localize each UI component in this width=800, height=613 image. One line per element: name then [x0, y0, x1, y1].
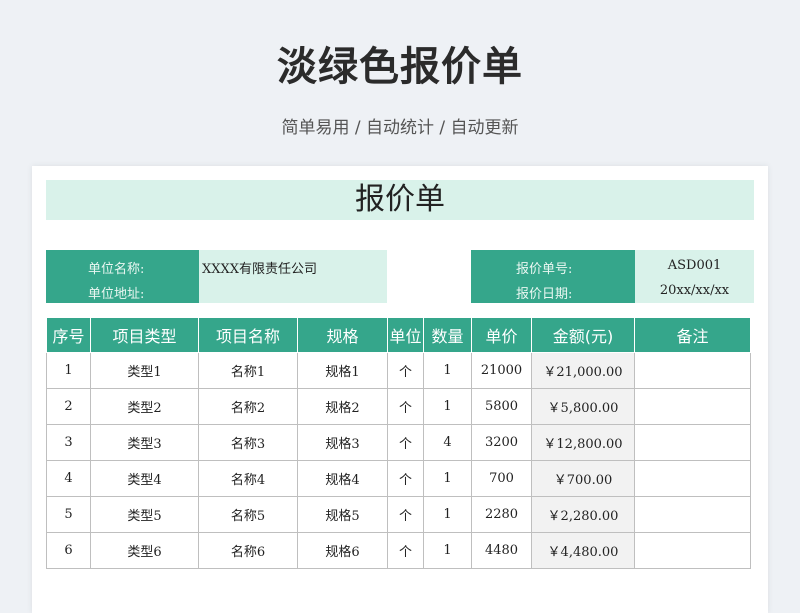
col-header-amount: 金额(元): [531, 317, 635, 353]
col-header-quantity: 数量: [423, 317, 472, 353]
cell-remarks[interactable]: [634, 388, 751, 425]
cell-item-type[interactable]: 类型3: [90, 424, 199, 461]
company-address-label: 单位地址:: [88, 287, 145, 302]
cell-unit-price[interactable]: 21000: [471, 352, 532, 389]
cell-index[interactable]: 3: [46, 424, 91, 461]
col-header-spec: 规格: [297, 317, 388, 353]
cell-quantity[interactable]: 1: [423, 532, 472, 569]
cell-spec[interactable]: 规格1: [297, 352, 388, 389]
col-header-item-name: 项目名称: [198, 317, 298, 353]
cell-quantity[interactable]: 4: [423, 424, 472, 461]
table-row: 6 类型6 名称6 规格6 个 1 4480 ￥4,480.00: [46, 532, 751, 569]
cell-item-type[interactable]: 类型2: [90, 388, 199, 425]
page-subtitle: 简单易用 / 自动统计 / 自动更新: [281, 118, 519, 138]
cell-spec[interactable]: 规格4: [297, 460, 388, 497]
cell-quantity[interactable]: 1: [423, 460, 472, 497]
cell-remarks[interactable]: [634, 532, 751, 569]
quote-number-value[interactable]: ASD001: [635, 258, 754, 273]
quotation-sheet: 报价单 单位名称: 单位地址: XXXX有限责任公司 报价单号: 报价日期: A…: [32, 166, 768, 613]
cell-unit[interactable]: 个: [387, 424, 424, 461]
table-row: 5 类型5 名称5 规格5 个 1 2280 ￥2,280.00: [46, 496, 751, 533]
cell-amount[interactable]: ￥4,480.00: [531, 532, 635, 569]
cell-unit-price[interactable]: 4480: [471, 532, 532, 569]
cell-unit[interactable]: 个: [387, 532, 424, 569]
cell-remarks[interactable]: [634, 460, 751, 497]
table-row: 3 类型3 名称3 规格3 个 4 3200 ￥12,800.00: [46, 424, 751, 461]
cell-amount[interactable]: ￥12,800.00: [531, 424, 635, 461]
cell-remarks[interactable]: [634, 424, 751, 461]
quotation-table: 序号 项目类型 项目名称 规格 单位 数量 单价 金额(元) 备注 1 类型1 名称…: [46, 317, 751, 569]
cell-item-name[interactable]: 名称3: [198, 424, 298, 461]
cell-spec[interactable]: 规格3: [297, 424, 388, 461]
table-row: 2 类型2 名称2 规格2 个 1 5800 ￥5,800.00: [46, 388, 751, 425]
cell-item-type[interactable]: 类型4: [90, 460, 199, 497]
cell-spec[interactable]: 规格5: [297, 496, 388, 533]
cell-spec[interactable]: 规格6: [297, 532, 388, 569]
col-header-unit-price: 单价: [471, 317, 532, 353]
company-name-value[interactable]: XXXX有限责任公司: [202, 258, 317, 277]
cell-index[interactable]: 5: [46, 496, 91, 533]
page-title: 淡绿色报价单: [277, 44, 523, 90]
cell-quantity[interactable]: 1: [423, 352, 472, 389]
cell-spec[interactable]: 规格2: [297, 388, 388, 425]
cell-amount[interactable]: ￥700.00: [531, 460, 635, 497]
cell-quantity[interactable]: 1: [423, 388, 472, 425]
table-row: 1 类型1 名称1 规格1 个 1 21000 ￥21,000.00: [46, 352, 751, 389]
cell-amount[interactable]: ￥5,800.00: [531, 388, 635, 425]
cell-unit-price[interactable]: 2280: [471, 496, 532, 533]
cell-item-type[interactable]: 类型6: [90, 532, 199, 569]
cell-amount[interactable]: ￥21,000.00: [531, 352, 635, 389]
cell-item-name[interactable]: 名称1: [198, 352, 298, 389]
sheet-title: 报价单: [46, 180, 754, 220]
cell-item-name[interactable]: 名称6: [198, 532, 298, 569]
quote-date-label: 报价日期:: [516, 287, 573, 302]
quote-number-label: 报价单号:: [516, 262, 573, 277]
col-header-index: 序号: [46, 317, 91, 353]
cell-remarks[interactable]: [634, 496, 751, 533]
cell-index[interactable]: 2: [46, 388, 91, 425]
quote-info-block: 报价单号: 报价日期: ASD001 20xx/xx/xx: [471, 250, 754, 303]
cell-index[interactable]: 4: [46, 460, 91, 497]
cell-amount[interactable]: ￥2,280.00: [531, 496, 635, 533]
cell-item-name[interactable]: 名称4: [198, 460, 298, 497]
cell-item-name[interactable]: 名称2: [198, 388, 298, 425]
cell-unit-price[interactable]: 3200: [471, 424, 532, 461]
table-body: 1 类型1 名称1 规格1 个 1 21000 ￥21,000.00 2 类型2 名称2 规格2 个 1 5…: [46, 352, 751, 569]
company-name-label: 单位名称:: [88, 262, 145, 277]
cell-index[interactable]: 6: [46, 532, 91, 569]
col-header-remarks: 备注: [634, 317, 751, 353]
cell-unit[interactable]: 个: [387, 496, 424, 533]
table-header-row: 序号 项目类型 项目名称 规格 单位 数量 单价 金额(元) 备注: [46, 317, 751, 353]
table-row: 4 类型4 名称4 规格4 个 1 700 ￥700.00: [46, 460, 751, 497]
cell-unit-price[interactable]: 700: [471, 460, 532, 497]
col-header-unit: 单位: [387, 317, 424, 353]
cell-item-type[interactable]: 类型1: [90, 352, 199, 389]
quote-date-value[interactable]: 20xx/xx/xx: [635, 283, 754, 298]
cell-unit[interactable]: 个: [387, 460, 424, 497]
cell-item-name[interactable]: 名称5: [198, 496, 298, 533]
cell-remarks[interactable]: [634, 352, 751, 389]
cell-item-type[interactable]: 类型5: [90, 496, 199, 533]
company-info-block: 单位名称: 单位地址: XXXX有限责任公司: [46, 250, 387, 303]
cell-index[interactable]: 1: [46, 352, 91, 389]
cell-unit[interactable]: 个: [387, 352, 424, 389]
col-header-item-type: 项目类型: [90, 317, 199, 353]
cell-quantity[interactable]: 1: [423, 496, 472, 533]
cell-unit[interactable]: 个: [387, 388, 424, 425]
cell-unit-price[interactable]: 5800: [471, 388, 532, 425]
